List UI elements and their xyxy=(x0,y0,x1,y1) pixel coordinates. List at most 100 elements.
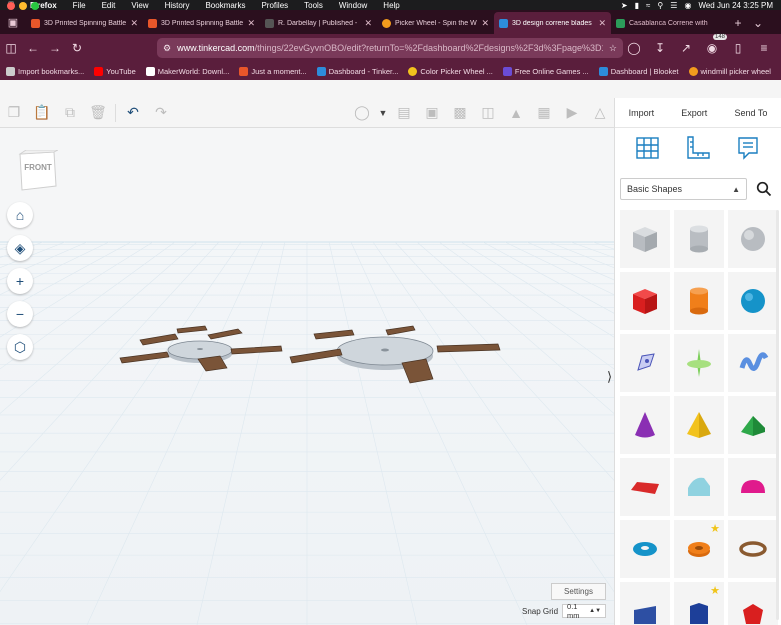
reload-icon[interactable]: ↻ xyxy=(66,37,88,59)
close-tab-icon[interactable]: ✕ xyxy=(247,18,255,29)
menubar-clock[interactable]: Wed Jun 24 3:25 PM xyxy=(698,1,773,10)
extension-icon[interactable]: ◉ 148 xyxy=(701,34,727,59)
bookmark-item[interactable]: Dashboard | Blooket xyxy=(598,66,679,76)
notes-dropdown-chevron-icon[interactable]: ▼ xyxy=(376,99,390,127)
menu-bookmarks[interactable]: Bookmarks xyxy=(197,1,253,10)
import-button[interactable]: Import xyxy=(623,104,661,122)
shape-box-hole[interactable] xyxy=(620,210,670,268)
shape-category-select[interactable]: Basic Shapes ▲ xyxy=(620,178,747,200)
shape-ring[interactable] xyxy=(728,520,778,578)
browser-tab[interactable]: Casablanca Correne with xyxy=(611,12,728,34)
sidebar-toggle-icon[interactable]: ◫ xyxy=(0,37,22,59)
shape-paraboloid[interactable] xyxy=(674,334,724,392)
shape-text[interactable] xyxy=(620,458,670,516)
export-button[interactable]: Export xyxy=(675,104,713,122)
bookmark-item[interactable]: Dashboard - Tinker... xyxy=(316,66,398,76)
share-icon[interactable]: ↗ xyxy=(675,37,697,59)
panel-collapse-chevron-icon[interactable]: ⟩ xyxy=(607,369,612,385)
url-text[interactable]: www.tinkercad.com/things/22evGyvnOBO/edi… xyxy=(177,43,603,53)
browser-tab[interactable]: 3D Printed Spinning Battle ✕ xyxy=(26,12,143,34)
note-icon[interactable]: ▤ xyxy=(390,99,418,127)
bookmark-item[interactable]: Color Picker Wheel ... xyxy=(408,66,493,76)
zoom-out-icon[interactable]: − xyxy=(7,301,33,327)
downloads-icon[interactable]: ↧ xyxy=(649,37,671,59)
ruler-icon[interactable] xyxy=(685,135,711,161)
rocket-icon[interactable]: ➤ xyxy=(621,1,628,10)
minimize-window-icon[interactable] xyxy=(19,2,27,10)
site-info-icon[interactable]: ⚙ xyxy=(163,43,171,54)
close-tab-icon[interactable]: ✕ xyxy=(481,18,489,29)
ungroup-icon[interactable]: ▩ xyxy=(446,99,474,127)
browser-tab-active[interactable]: 3D design correne blades ✕ xyxy=(494,12,611,34)
close-tab-icon[interactable]: ✕ xyxy=(364,18,372,29)
cruise-icon[interactable]: ▦ xyxy=(530,99,558,127)
shape-sphere[interactable] xyxy=(728,272,778,330)
workplane-icon[interactable]: △ xyxy=(586,99,614,127)
menu-edit[interactable]: Edit xyxy=(94,1,124,10)
app-menu-icon[interactable]: ≡ xyxy=(753,37,775,59)
fit-view-icon[interactable]: ◈ xyxy=(7,235,33,261)
undo-icon[interactable]: ↶ xyxy=(119,99,147,127)
panel-scrollbar[interactable] xyxy=(776,210,779,620)
close-window-icon[interactable] xyxy=(7,2,15,10)
browser-tab[interactable]: 3D Printed Spinning Battle ✕ xyxy=(143,12,260,34)
menu-help[interactable]: Help xyxy=(375,1,407,10)
close-tab-icon[interactable]: ✕ xyxy=(130,18,138,29)
workplane-grid-icon[interactable] xyxy=(635,135,661,161)
bookmark-item[interactable]: Just a moment... xyxy=(239,66,307,76)
notes-icon[interactable] xyxy=(735,135,761,161)
shape-scribble[interactable] xyxy=(620,334,670,392)
mirror-icon[interactable]: ▲ xyxy=(502,99,530,127)
menu-file[interactable]: File xyxy=(65,1,94,10)
menu-window[interactable]: Window xyxy=(331,1,375,10)
settings-button[interactable]: Settings xyxy=(551,583,606,600)
shape-sphere-hole[interactable] xyxy=(728,210,778,268)
search-icon[interactable]: ⚲ xyxy=(657,1,663,10)
bookmark-item[interactable]: YouTube xyxy=(94,66,136,76)
extensions-puzzle-icon[interactable]: ▯ xyxy=(727,37,749,59)
bookmark-item[interactable]: MakerWorld: Downl... xyxy=(145,66,229,76)
view-cube[interactable]: FRONT xyxy=(18,149,59,192)
list-tabs-chevron-icon[interactable]: ⌄ xyxy=(748,12,768,34)
shape-cone[interactable] xyxy=(620,396,670,454)
browser-tab[interactable]: R. Darbellay | Published - ✕ xyxy=(260,12,377,34)
menu-tools[interactable]: Tools xyxy=(296,1,331,10)
tab-overview-icon[interactable]: ▣ xyxy=(0,10,26,34)
bevel-icon[interactable]: ▶ xyxy=(558,99,586,127)
lightbulb-icon[interactable]: ◯ xyxy=(348,99,376,127)
new-tab-icon[interactable]: + xyxy=(728,12,748,34)
align-icon[interactable]: ◫ xyxy=(474,99,502,127)
back-arrow-icon[interactable]: ← xyxy=(22,37,44,59)
bookmark-item[interactable]: Import bookmarks... xyxy=(6,66,84,76)
orthographic-toggle-icon[interactable]: ⬡ xyxy=(7,334,33,360)
shape-polygon[interactable] xyxy=(620,582,670,625)
delete-icon[interactable]: 🗑 xyxy=(84,99,112,127)
shape-roof[interactable] xyxy=(728,396,778,454)
wifi-icon[interactable]: ≈ xyxy=(646,1,650,10)
shape-half-cylinder[interactable] xyxy=(674,458,724,516)
url-bar[interactable]: ⚙ www.tinkercad.com/things/22evGyvnOBO/e… xyxy=(157,38,623,58)
control-center-icon[interactable]: ☰ xyxy=(670,1,677,10)
zoom-window-icon[interactable] xyxy=(31,2,39,10)
duplicate-icon[interactable]: ⧉ xyxy=(56,99,84,127)
shape-torus[interactable] xyxy=(620,520,670,578)
home-view-icon[interactable]: ⌂ xyxy=(7,202,33,228)
browser-tab[interactable]: Picker Wheel - Spin the W ✕ xyxy=(377,12,494,34)
shape-box[interactable] xyxy=(620,272,670,330)
shape-squiggle[interactable] xyxy=(728,334,778,392)
shape-search-button[interactable] xyxy=(753,178,775,200)
zoom-in-icon[interactable]: + xyxy=(7,268,33,294)
forward-arrow-icon[interactable]: → xyxy=(44,37,66,59)
close-tab-icon[interactable]: ✕ xyxy=(598,18,606,29)
battery-icon[interactable]: ▮ xyxy=(635,1,639,10)
shape-tube[interactable]: ★ xyxy=(674,520,724,578)
snap-grid-select[interactable]: 0.1 mm ▲▼ xyxy=(562,602,607,620)
redo-icon[interactable]: ↷ xyxy=(147,99,175,127)
shape-cylinder[interactable] xyxy=(674,272,724,330)
shape-polyhedron[interactable] xyxy=(728,582,778,625)
shape-hexagonal-prism[interactable]: ★ xyxy=(674,582,724,625)
group-icon[interactable]: ▣ xyxy=(418,99,446,127)
bookmark-item[interactable]: windmill picker wheel xyxy=(688,66,771,76)
copy-icon[interactable]: ❐ xyxy=(0,99,28,127)
menu-history[interactable]: History xyxy=(157,1,198,10)
